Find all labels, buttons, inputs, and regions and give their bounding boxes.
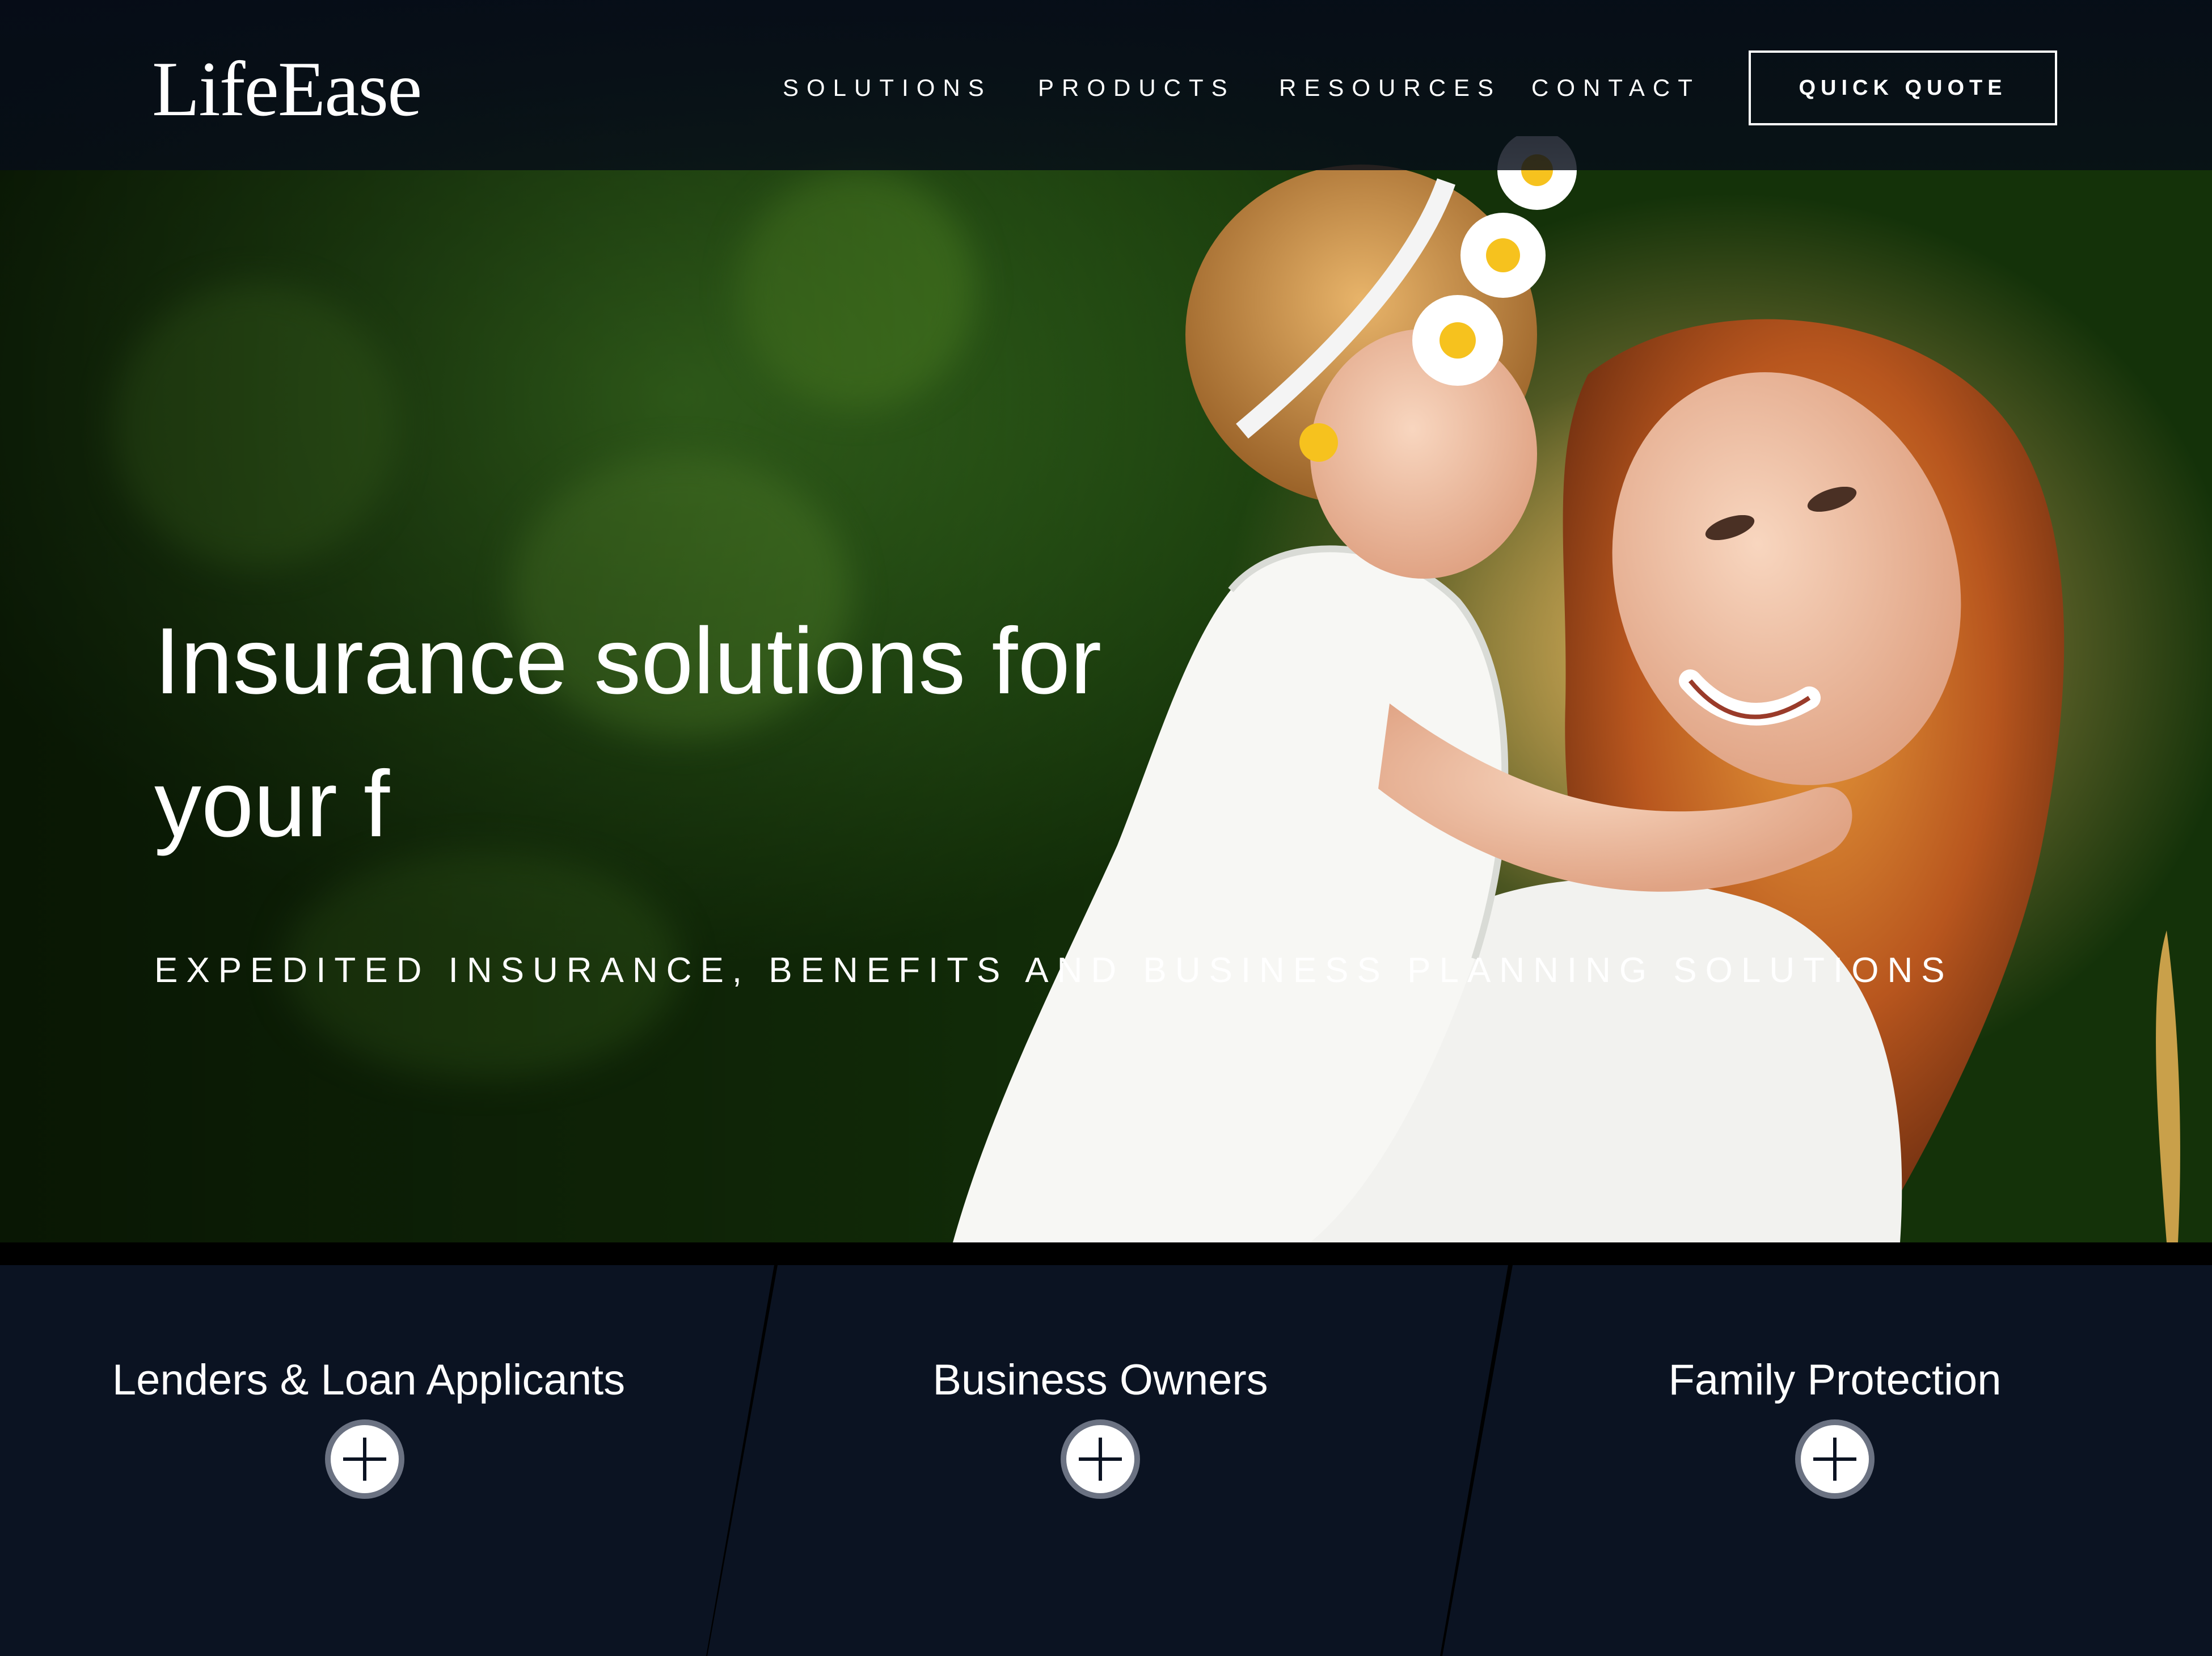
hero-subtitle: EXPEDITED INSURANCE, BENEFITS AND BUSINE… (154, 951, 1953, 990)
category-title-lenders: Lenders & Loan Applicants (112, 1356, 626, 1404)
top-navbar: LifeEase SOLUTIONS PRODUCTS RESOURCES CO… (0, 0, 2212, 170)
plus-icon (1079, 1438, 1122, 1481)
expand-family-button[interactable] (1795, 1419, 1875, 1499)
plus-icon (343, 1438, 386, 1481)
quick-quote-button[interactable]: QUICK QUOTE (1749, 50, 2057, 125)
expand-lenders-button[interactable] (325, 1419, 404, 1499)
nav-item-contact[interactable]: CONTACT (1531, 76, 1700, 100)
page: LifeEase SOLUTIONS PRODUCTS RESOURCES CO… (0, 0, 2212, 1656)
nav-item-products[interactable]: PRODUCTS (1038, 76, 1235, 100)
brand-logo[interactable]: LifeEase (152, 50, 422, 128)
plus-icon (1813, 1438, 1856, 1481)
nav-item-solutions[interactable]: SOLUTIONS (783, 76, 992, 100)
category-title-family: Family Protection (1668, 1356, 2002, 1404)
hero-title: Insurance solutions for your f (154, 609, 1102, 857)
category-title-business: Business Owners (932, 1356, 1268, 1404)
nav-item-resources[interactable]: RESOURCES (1279, 76, 1501, 100)
expand-business-button[interactable] (1061, 1419, 1140, 1499)
